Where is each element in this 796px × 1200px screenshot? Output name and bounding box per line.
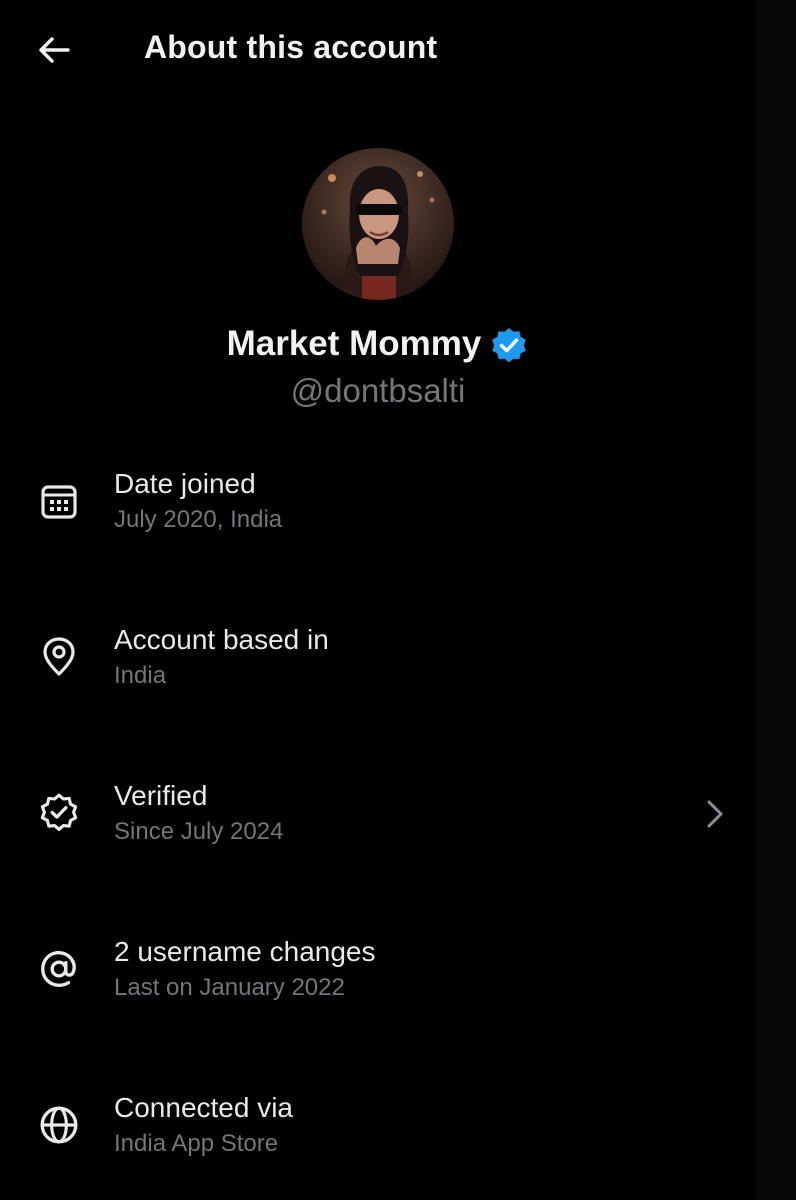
info-row-username-changes: 2 username changes Last on January 2022 (0, 928, 756, 1038)
info-value: July 2020, India (114, 506, 283, 533)
info-row-date-joined: Date joined July 2020, India (0, 460, 756, 570)
info-value: India App Store (114, 1130, 279, 1157)
avatar[interactable] (302, 148, 454, 300)
page-title: About this account (144, 29, 438, 65)
info-row-account-based-in: Account based in India (0, 616, 756, 726)
calendar-icon (36, 478, 82, 524)
screen-edge (756, 0, 796, 1200)
display-name: Market Mommy (226, 324, 482, 363)
name-row: Market Mommy (0, 322, 756, 366)
about-account-screen: About this account Market Mommy @dontbsa… (0, 0, 796, 1200)
handle: @dontbsalti (290, 372, 466, 409)
info-value: Last on January 2022 (114, 974, 345, 1001)
at-sign-icon (36, 946, 82, 992)
verified-badge-icon[interactable] (489, 326, 529, 366)
info-label: Verified (114, 780, 208, 811)
info-row-connected-via: Connected via India App Store (0, 1084, 756, 1194)
info-row-verified[interactable]: Verified Since July 2024 (0, 772, 756, 882)
back-button[interactable] (30, 28, 78, 72)
globe-icon (36, 1102, 82, 1148)
header-bar: About this account (0, 0, 756, 100)
chevron-right-icon (707, 800, 723, 828)
info-value: India (114, 662, 167, 689)
info-label: 2 username changes (114, 936, 376, 967)
profile-summary: Market Mommy @dontbsalti (0, 148, 756, 410)
info-label: Connected via (114, 1092, 294, 1123)
info-label: Account based in (114, 624, 329, 655)
verified-check-icon (36, 790, 82, 836)
location-pin-icon (36, 634, 82, 680)
arrow-left-icon (39, 37, 70, 63)
info-label: Date joined (114, 468, 256, 499)
info-value: Since July 2024 (114, 818, 284, 845)
